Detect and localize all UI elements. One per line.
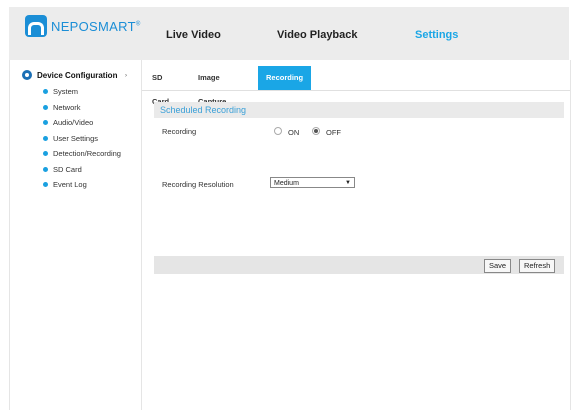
recording-on-radio[interactable]	[274, 127, 282, 135]
sidebar-item-label: Detection/Recording	[53, 149, 121, 159]
sidebar-item-label: System	[53, 87, 79, 97]
resolution-select[interactable]: Medium ▼	[270, 177, 355, 188]
tab-image-capture[interactable]: Image Capture	[190, 66, 234, 106]
bullet-icon	[43, 89, 48, 95]
sidebar-item-user-settings[interactable]: User Settings	[43, 131, 121, 147]
save-button[interactable]: Save	[484, 259, 512, 273]
sidebar-item-detection-recording[interactable]: Detection/Recording	[43, 146, 121, 162]
resolution-value: Medium	[274, 180, 299, 187]
recording-label: Recording	[162, 127, 197, 136]
action-bar: Save Refresh	[154, 256, 564, 274]
device-configuration-heading[interactable]: Device Configuration	[22, 70, 117, 80]
recording-off-label[interactable]: OFF	[326, 128, 341, 137]
brand-logo[interactable]: NEPOSMART®	[25, 15, 141, 37]
nav-settings[interactable]: Settings	[415, 29, 458, 41]
sidebar-item-label: Event Log	[53, 180, 87, 190]
sidebar-item-label: User Settings	[53, 133, 99, 143]
dropdown-arrow-icon: ▼	[345, 180, 351, 186]
sidebar-item-sd-card[interactable]: SD Card	[43, 162, 121, 178]
bullet-icon	[43, 151, 48, 157]
nav-live-video[interactable]: Live Video	[166, 29, 221, 41]
sidebar-item-audio-video[interactable]: Audio/Video	[43, 115, 121, 131]
resolution-label: Recording Resolution	[162, 180, 234, 189]
brand-name: NEPOSMART®	[51, 18, 141, 34]
bullet-icon	[43, 182, 48, 188]
chevron-icon[interactable]: ›	[125, 73, 127, 79]
sidebar-menu: System Network Audio/Video User Settings…	[43, 84, 121, 193]
section-header: Scheduled Recording	[154, 102, 564, 118]
device-configuration-label: Device Configuration	[37, 70, 118, 80]
app-window: NEPOSMART® Live Video Video Playback Set…	[0, 0, 576, 410]
tab-sd-card[interactable]: SD Card	[144, 66, 177, 106]
bullet-icon	[43, 104, 48, 110]
recording-settings: Scheduled Recording Recording ON OFF Rec…	[142, 90, 570, 411]
bullet-icon	[43, 135, 48, 141]
bullet-icon	[43, 120, 48, 126]
top-header: NEPOSMART® Live Video Video Playback Set…	[9, 7, 569, 60]
gear-icon	[22, 70, 32, 80]
sidebar: Device Configuration › System Network Au…	[9, 60, 142, 410]
tab-recording[interactable]: Recording	[258, 66, 312, 90]
nav-video-playback[interactable]: Video Playback	[277, 29, 358, 41]
sidebar-item-system[interactable]: System	[43, 84, 121, 100]
sidebar-item-network[interactable]: Network	[43, 100, 121, 116]
brand-icon	[25, 15, 47, 37]
sidebar-item-label: Network	[53, 102, 81, 112]
recording-off-radio[interactable]	[312, 127, 320, 135]
refresh-button[interactable]: Refresh	[519, 259, 556, 273]
recording-on-label[interactable]: ON	[288, 128, 299, 137]
bullet-icon	[43, 166, 48, 172]
sidebar-item-label: Audio/Video	[53, 118, 94, 128]
main-panel: SD Card Image Capture Recording Schedule…	[141, 60, 571, 410]
sidebar-item-label: SD Card	[53, 164, 82, 174]
section-title: Scheduled Recording	[160, 105, 247, 115]
sidebar-item-event-log[interactable]: Event Log	[43, 177, 121, 193]
